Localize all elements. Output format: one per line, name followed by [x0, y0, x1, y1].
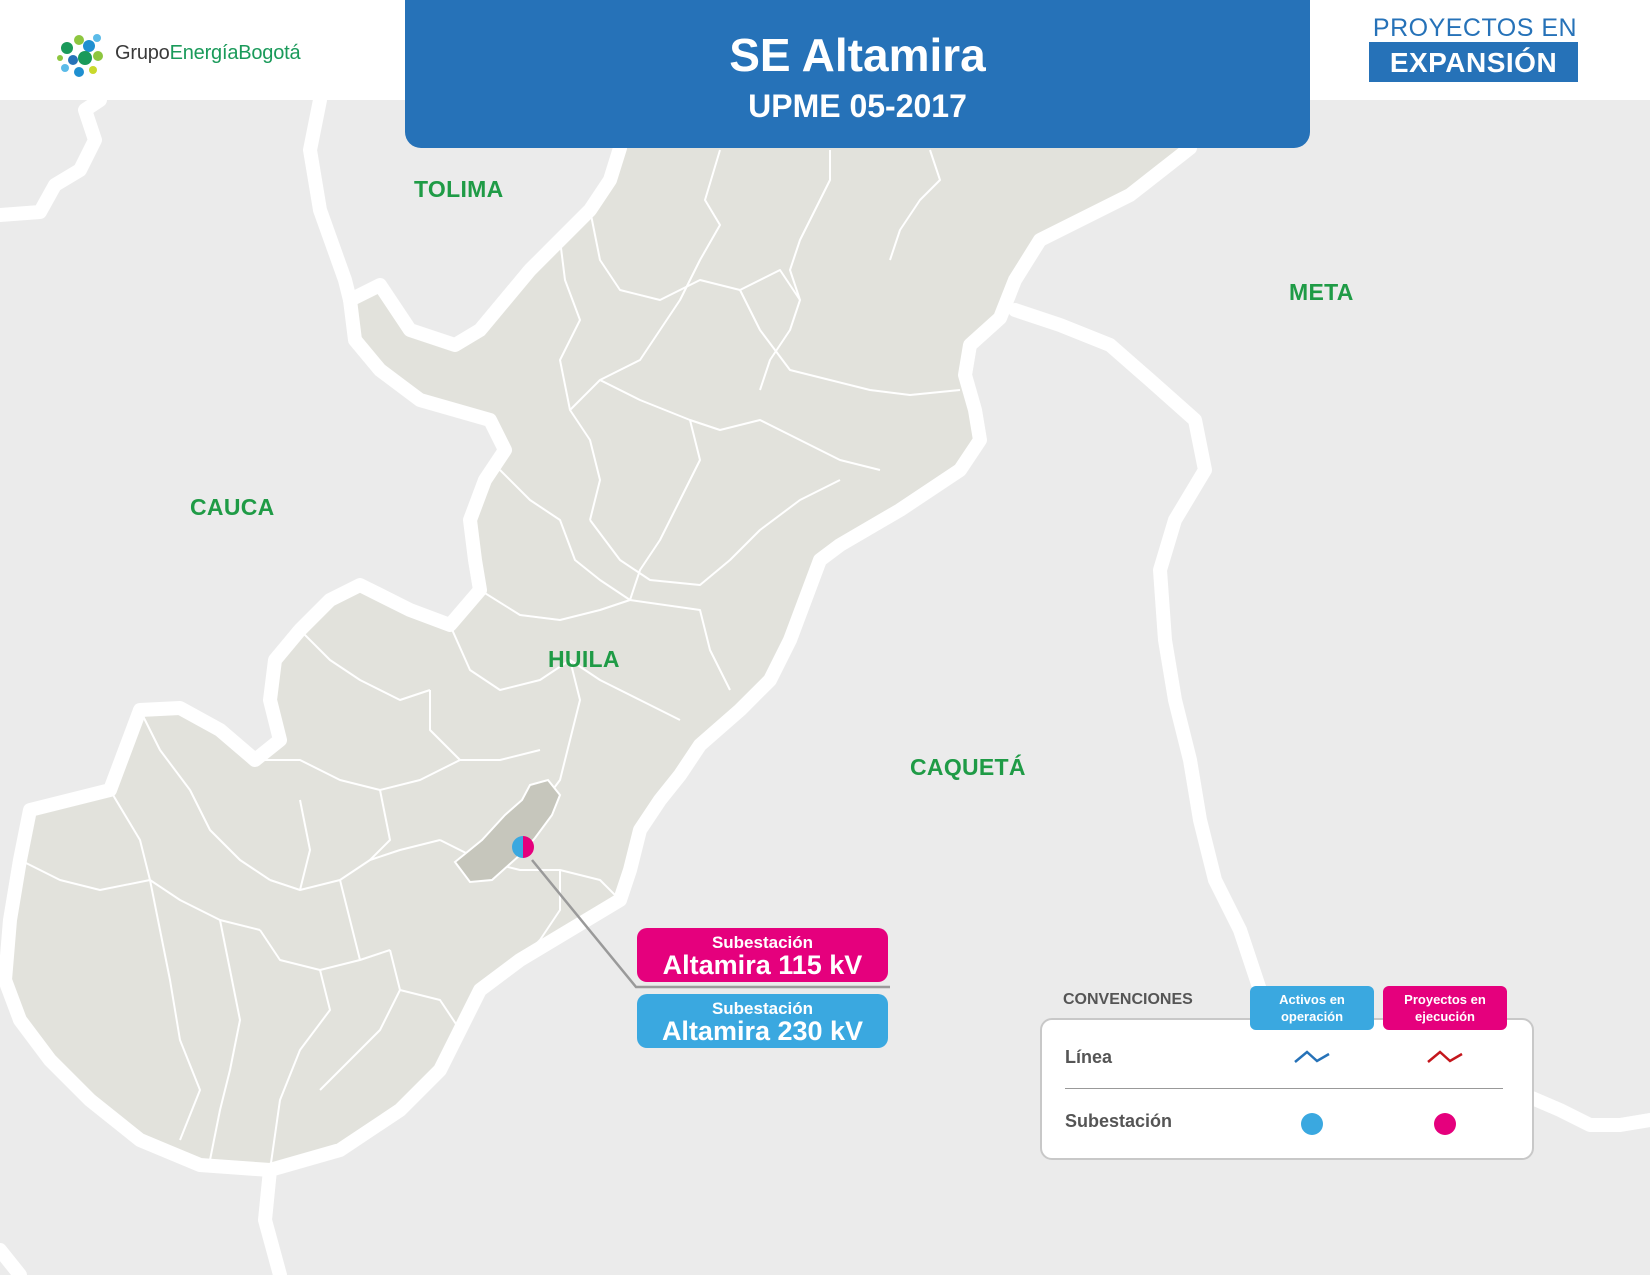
legend-divider: [1065, 1088, 1503, 1089]
line-execution-icon: [1427, 1050, 1463, 1063]
region-label-cauca: CAUCA: [190, 494, 275, 520]
legend-header-operation: Activos en operación: [1250, 986, 1374, 1030]
region-label-huila: HUILA: [548, 646, 620, 672]
region-label-meta: META: [1289, 279, 1354, 305]
substation-operation-icon: [1301, 1113, 1323, 1135]
page-subtitle: UPME 05-2017: [748, 88, 967, 124]
callout-altamira-115: Subestación Altamira 115 kV: [637, 928, 888, 982]
region-label-caqueta: CAQUETÁ: [910, 754, 1026, 780]
line-operation-icon: [1294, 1050, 1330, 1063]
legend-header-execution: Proyectos en ejecución: [1383, 986, 1507, 1030]
page-title: SE Altamira: [729, 29, 986, 81]
legend-title: CONVENCIONES: [1063, 991, 1193, 1008]
legend-row-substation-label: Subestación: [1065, 1111, 1173, 1131]
title-banner: SE Altamira UPME 05-2017: [405, 0, 1310, 148]
substation-execution-icon: [1434, 1113, 1456, 1135]
badge-top-text: PROYECTOS EN: [1372, 14, 1578, 42]
callout-230-line2: Altamira 230 kV: [661, 1016, 864, 1046]
logo-text: GrupoEnergíaBogotá: [115, 42, 301, 64]
grupo-energia-bogota-logo: GrupoEnergíaBogotá: [55, 28, 335, 84]
logo-bubbles-icon: [57, 34, 103, 77]
legend-row-line-label: Línea: [1065, 1047, 1113, 1067]
callout-altamira-230: Subestación Altamira 230 kV: [637, 994, 888, 1048]
region-label-tolima: TOLIMA: [414, 176, 504, 202]
badge-bottom-text: EXPANSIÓN: [1369, 42, 1578, 82]
callout-115-line2: Altamira 115 kV: [662, 950, 863, 980]
legend-box: [1040, 1018, 1534, 1160]
altamira-substation-marker: [512, 836, 534, 858]
